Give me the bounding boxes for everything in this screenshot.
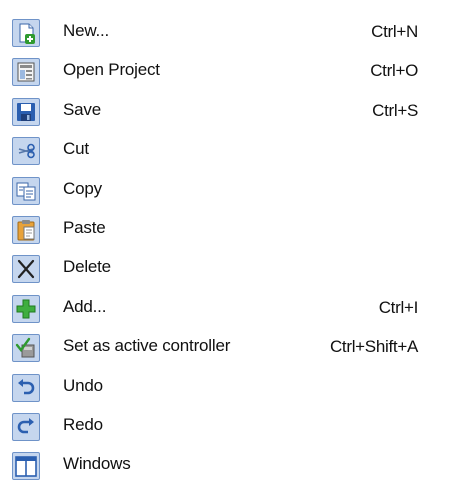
redo-icon: [12, 412, 40, 441]
menu-item-shortcut: Ctrl+N: [371, 22, 418, 41]
menu-item-shortcut: Ctrl+Shift+A: [329, 337, 418, 357]
menu-item-add[interactable]: Add... Ctrl+I: [0, 289, 456, 328]
open-project-icon: [12, 58, 40, 87]
menu-item-label: Set as active controller: [63, 336, 231, 356]
menu-item-label: Windows: [63, 454, 131, 474]
menu-item-copy[interactable]: Copy: [0, 171, 456, 210]
menu-item-shortcut: Ctrl+I: [378, 297, 419, 317]
undo-icon: [12, 373, 40, 402]
menu-item-windows[interactable]: Windows: [0, 446, 456, 485]
copy-icon: [12, 176, 40, 205]
menu-item-label: Open Project: [63, 60, 160, 80]
menu-item-new[interactable]: New... Ctrl+N: [0, 13, 456, 52]
menu-items: New... Ctrl+N Open Project Ctrl+O Save C…: [0, 13, 456, 486]
menu-item-undo[interactable]: Undo: [0, 368, 456, 407]
active-controller-icon: [12, 334, 40, 363]
menu-item-label: Save: [63, 99, 101, 119]
menu-item-save[interactable]: Save Ctrl+S: [0, 92, 456, 131]
menu-item-shortcut: Ctrl+O: [370, 61, 418, 81]
delete-icon: [12, 255, 40, 284]
menu-item-delete[interactable]: Delete: [0, 249, 456, 288]
menu-item-label: New...: [63, 21, 110, 40]
save-icon: [12, 97, 40, 126]
menu-item-label: Add...: [63, 296, 107, 316]
menu-item-set-active-controller[interactable]: Set as active controller Ctrl+Shift+A: [0, 328, 456, 367]
new-file-icon: [12, 19, 40, 47]
add-icon: [12, 294, 40, 323]
menu-item-paste[interactable]: Paste: [0, 210, 456, 249]
context-menu: New... Ctrl+N Open Project Ctrl+O Save C…: [0, 0, 456, 484]
menu-item-label: Redo: [63, 414, 103, 434]
menu-item-redo[interactable]: Redo: [0, 407, 456, 446]
menu-item-label: Undo: [63, 375, 103, 395]
menu-item-label: Paste: [63, 217, 106, 237]
menu-item-cut[interactable]: Cut: [0, 131, 456, 170]
menu-item-label: Cut: [63, 139, 89, 159]
menu-item-shortcut: Ctrl+S: [372, 100, 418, 120]
windows-icon: [12, 452, 40, 481]
paste-icon: [12, 215, 40, 244]
menu-item-open-project[interactable]: Open Project Ctrl+O: [0, 52, 456, 91]
menu-item-label: Copy: [63, 178, 102, 198]
cut-icon: [12, 137, 40, 166]
menu-item-label: Delete: [63, 257, 111, 277]
